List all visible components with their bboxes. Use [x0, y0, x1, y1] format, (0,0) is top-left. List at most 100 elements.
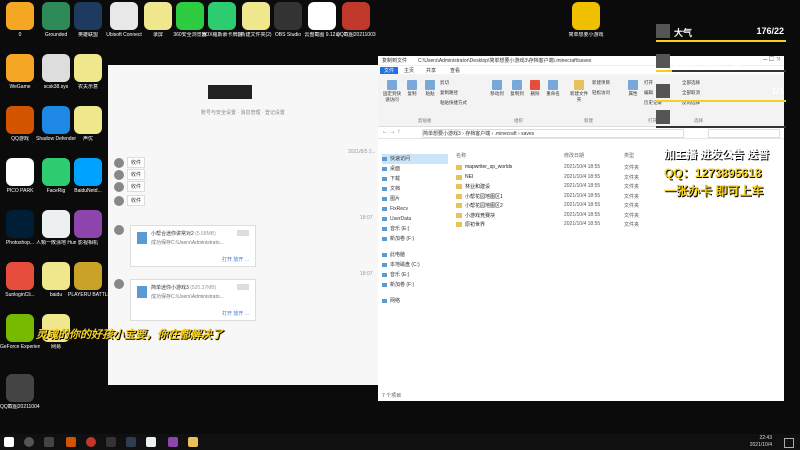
- desktop-icon[interactable]: 影视相机: [68, 210, 108, 246]
- copy-to-button[interactable]: 复制到: [508, 80, 526, 97]
- taskbar-app-icon[interactable]: [106, 437, 116, 447]
- nav-item[interactable]: 文档: [382, 184, 448, 194]
- nav-item[interactable]: UserData: [382, 214, 448, 224]
- nav-item[interactable]: 网络: [382, 296, 448, 306]
- desktop-icon[interactable]: 0: [0, 2, 40, 38]
- nav-item[interactable]: FixRecv: [382, 204, 448, 214]
- nav-item[interactable]: 此电脑: [382, 250, 448, 260]
- nav-item[interactable]: 新加卷 (F:): [382, 234, 448, 244]
- nav-item[interactable]: 桌面: [382, 164, 448, 174]
- desktop-icon[interactable]: 声优: [68, 106, 108, 142]
- nav-item[interactable]: 本地磁盘 (C:): [382, 260, 448, 270]
- copy-button[interactable]: 复制: [404, 80, 420, 97]
- nav-item[interactable]: 图片: [382, 194, 448, 204]
- start-button[interactable]: [4, 437, 14, 447]
- desktop-icon[interactable]: BaiduNetd...: [68, 158, 108, 194]
- desktop-icon[interactable]: 简单想要小游戏: [566, 2, 606, 38]
- nav-item-label: 此电脑: [390, 252, 406, 258]
- nav-item[interactable]: 音乐 (E:): [382, 270, 448, 280]
- app-icon: [144, 2, 172, 30]
- tab-file[interactable]: 文件: [380, 67, 399, 74]
- paste-button[interactable]: 粘贴: [422, 80, 438, 97]
- rename-button[interactable]: 重命名: [544, 80, 562, 97]
- message-bubble[interactable]: 收件: [127, 169, 146, 180]
- avatar[interactable]: [114, 181, 124, 192]
- desktop-icon[interactable]: SunloginCli...: [0, 262, 40, 298]
- task-view-icon[interactable]: [44, 437, 54, 447]
- new-item-button[interactable]: 新建项目: [592, 80, 610, 86]
- file-row[interactable]: 小游戏竞赛块 2021/10/4 18:55 文件夹: [456, 212, 776, 220]
- desktop-icon[interactable]: WeGame: [0, 54, 40, 90]
- taskbar-app-icon[interactable]: [146, 437, 156, 447]
- tab-home[interactable]: 主页: [404, 67, 414, 74]
- clock[interactable]: 22:43 2021/10/4: [750, 435, 772, 449]
- file-date: 2021/10/4 18:55: [564, 183, 601, 189]
- column-name[interactable]: 名称: [456, 152, 466, 159]
- nav-item-label: 本地磁盘 (C:): [390, 262, 420, 268]
- desktop-icon[interactable]: QQ截图20211004...: [0, 374, 40, 410]
- nav-arrows-icon[interactable]: ← → ↑: [382, 129, 400, 135]
- message-bubble[interactable]: 收件: [127, 195, 146, 206]
- file-type: 文件夹: [624, 212, 640, 219]
- goal-row: [656, 110, 786, 124]
- file-menu-button[interactable]: [237, 230, 249, 236]
- avatar[interactable]: [114, 169, 124, 180]
- desktop-icon[interactable]: 英雄联盟: [68, 2, 108, 38]
- open-button[interactable]: 打开: [644, 80, 653, 86]
- file-explorer-icon[interactable]: [188, 437, 198, 447]
- file-card[interactable]: 简单迷你小游戏3 (520.37MB) 成功保存C:\Users\Adminis…: [130, 279, 256, 321]
- app-icon: [6, 2, 34, 30]
- copy-path-button[interactable]: 复制路径: [440, 90, 458, 96]
- avatar[interactable]: [114, 279, 124, 289]
- tab-share[interactable]: 共享: [426, 67, 436, 74]
- desktop-icon[interactable]: QQ截图20211003...: [336, 2, 376, 38]
- properties-button[interactable]: 属性: [626, 80, 640, 97]
- address-bar[interactable]: 简单想要小游戏3 › 存档客户端 › .minecraft › saves: [422, 129, 684, 138]
- notification-icon[interactable]: [784, 438, 794, 448]
- column-date[interactable]: 修改日期: [564, 152, 584, 159]
- message-bubble[interactable]: 收件: [127, 181, 146, 192]
- desktop-icon[interactable]: Photoshop...: [0, 210, 40, 246]
- tab-view[interactable]: 查看: [450, 67, 460, 74]
- file-row[interactable]: 小帮花园地图区2 2021/10/4 18:55 文件夹: [456, 202, 776, 210]
- file-menu-button[interactable]: [237, 284, 249, 290]
- avatar[interactable]: [114, 157, 124, 168]
- nav-item[interactable]: 新加卷 (F:): [382, 280, 448, 290]
- pin-button[interactable]: 固定到快速访问: [382, 80, 402, 103]
- taskbar-app-icon[interactable]: [86, 437, 96, 447]
- avatar[interactable]: [114, 195, 124, 206]
- desktop-icon[interactable]: PLAYERU BATTLEGR...: [68, 262, 108, 298]
- column-type[interactable]: 类型: [624, 152, 634, 159]
- move-to-button[interactable]: 移动到: [488, 80, 506, 97]
- search-icon[interactable]: [24, 437, 34, 447]
- message-bubble[interactable]: 收件: [127, 157, 146, 168]
- avatar[interactable]: [114, 225, 124, 235]
- edit-button[interactable]: 编辑: [644, 90, 653, 96]
- desktop-icon[interactable]: PICO PARK: [0, 158, 40, 194]
- file-name: 小游戏竞赛块: [465, 212, 496, 219]
- paste-shortcut-button[interactable]: 粘贴快捷方式: [440, 100, 467, 106]
- file-card[interactable]: 小帮合迷你讲常对2 (5.68MB) 成功保存C:\Users\Administ…: [130, 225, 256, 267]
- desktop-icon[interactable]: 农夫示意: [68, 54, 108, 90]
- nav-item[interactable]: 音乐 (E:): [382, 224, 448, 234]
- file-explorer-window[interactable]: 复制到文件 C:\Users\Administrator\Desktop\简单想…: [378, 56, 784, 401]
- delete-button[interactable]: 删除: [528, 80, 542, 97]
- desktop-icon[interactable]: GeForce Experience: [0, 314, 40, 350]
- search-input[interactable]: [708, 129, 780, 138]
- new-folder-button[interactable]: 新建文件夹: [568, 80, 590, 103]
- cut-button[interactable]: 剪切: [440, 80, 449, 86]
- app-icon: [208, 2, 236, 30]
- nav-item[interactable]: 快速访问: [382, 154, 448, 164]
- chat-header-links[interactable]: 账号与安全设置 · 消息管理 · 登记设置: [108, 109, 378, 116]
- file-row[interactable]: 原初世界 2021/10/4 18:55 文件夹: [456, 221, 776, 229]
- taskbar-app-icon[interactable]: [66, 437, 76, 447]
- app-icon: [6, 374, 34, 402]
- steam-icon[interactable]: [126, 437, 136, 447]
- nav-item[interactable]: 下载: [382, 174, 448, 184]
- file-actions[interactable]: 打开 放开 ...: [222, 310, 249, 317]
- file-actions[interactable]: 打开 放开 ...: [222, 256, 249, 263]
- taskbar-app-icon[interactable]: [168, 437, 178, 447]
- folder-icon: [456, 222, 462, 227]
- desktop-icon[interactable]: QQ游戏: [0, 106, 40, 142]
- easy-access-button[interactable]: 轻松访问: [592, 90, 610, 96]
